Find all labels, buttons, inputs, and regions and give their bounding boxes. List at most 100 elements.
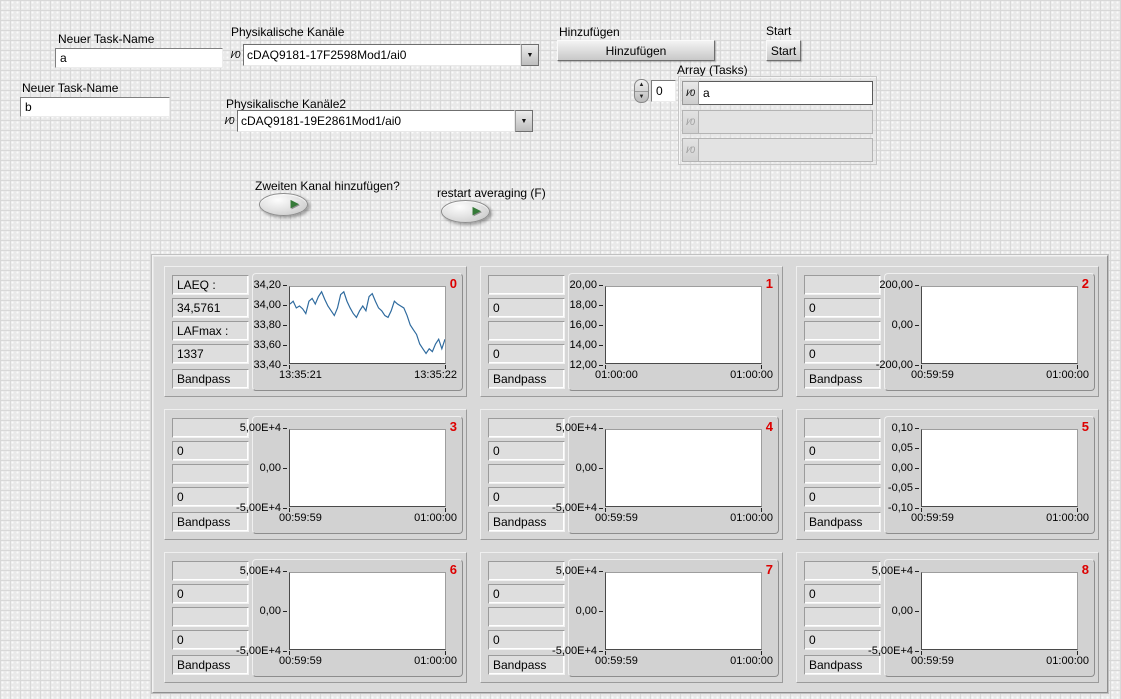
bandpass-selector[interactable]: Bandpass bbox=[804, 655, 881, 675]
x-label-end: 01:00:00 bbox=[1046, 512, 1089, 524]
indicator-column: 0 0 Bandpass bbox=[488, 418, 565, 535]
array-element-0-value[interactable]: a bbox=[699, 81, 873, 105]
physical-channels-1-combo[interactable]: I⁄0 cDAQ9181-17F2598Mod1/ai0 ▼ bbox=[228, 44, 539, 66]
add-label: Hinzufügen bbox=[559, 25, 620, 39]
array-element-1-value bbox=[699, 110, 873, 134]
array-index-stepper[interactable]: ▲ ▼ bbox=[634, 79, 649, 103]
x-label-end: 01:00:00 bbox=[730, 369, 773, 381]
signal-trace bbox=[606, 573, 761, 649]
bandpass-selector[interactable]: Bandpass bbox=[804, 369, 881, 389]
indicator-caption-2 bbox=[488, 464, 565, 484]
tick-mark bbox=[283, 364, 287, 366]
x-label-start: 00:59:59 bbox=[911, 512, 954, 524]
stepper-down-icon[interactable]: ▼ bbox=[635, 92, 648, 103]
indicator-column: 0 0 Bandpass bbox=[488, 275, 565, 392]
waveform-chart: 3 5,00E+4 0,00 -5,00E+4 00:59:59 01:00:0… bbox=[236, 416, 463, 534]
channel-panel: 0 0 Bandpass 2 200,00 0,00 -200,00 00:59… bbox=[796, 266, 1099, 397]
y-tick: 0,00 bbox=[885, 319, 919, 331]
bandpass-selector[interactable]: Bandpass bbox=[804, 512, 881, 532]
plot-area bbox=[289, 429, 446, 512]
dropdown-arrow-icon[interactable]: ▼ bbox=[521, 44, 539, 66]
channel-panel: 0 0 Bandpass 3 5,00E+4 0,00 -5,00E+4 00:… bbox=[164, 409, 467, 540]
indicator-value-1: 0 bbox=[804, 584, 881, 604]
array-element-0[interactable]: I⁄0 a bbox=[682, 81, 873, 105]
y-tick: 200,00 bbox=[879, 279, 919, 291]
x-label-start: 13:35:21 bbox=[279, 369, 322, 381]
restart-averaging-toggle[interactable]: ▶ bbox=[441, 200, 490, 223]
restart-averaging-toggle-label: restart averaging (F) bbox=[437, 186, 546, 200]
bandpass-selector[interactable]: Bandpass bbox=[172, 512, 249, 532]
x-axis-labels: 00:59:59 01:00:00 bbox=[911, 655, 1089, 667]
indicator-caption-1 bbox=[804, 275, 881, 295]
indicator-column: 0 0 Bandpass bbox=[804, 418, 881, 535]
plot-area bbox=[921, 429, 1078, 512]
signal-trace bbox=[290, 430, 445, 506]
chart-index-badge: 7 bbox=[765, 562, 773, 577]
chart-index-badge: 8 bbox=[1081, 562, 1089, 577]
x-label-start: 00:59:59 bbox=[911, 655, 954, 667]
y-axis-ticks: 5,00E+4 0,00 -5,00E+4 bbox=[552, 565, 603, 657]
indicator-column: 0 0 Bandpass bbox=[488, 561, 565, 678]
y-tick: 5,00E+4 bbox=[556, 565, 603, 577]
io-type-icon: I⁄0 bbox=[682, 81, 699, 105]
y-axis-ticks: 5,00E+4 0,00 -5,00E+4 bbox=[236, 422, 287, 514]
indicator-caption-2 bbox=[804, 607, 881, 627]
plot-area bbox=[289, 572, 446, 655]
channel-panel: 0 0 Bandpass 4 5,00E+4 0,00 -5,00E+4 00:… bbox=[480, 409, 783, 540]
x-label-start: 00:59:59 bbox=[279, 655, 322, 667]
bandpass-selector[interactable]: Bandpass bbox=[172, 655, 249, 675]
chart-index-badge: 4 bbox=[765, 419, 773, 434]
y-axis-ticks: 20,00 18,00 16,00 14,00 12,00 bbox=[569, 279, 603, 371]
indicator-caption-1 bbox=[804, 561, 881, 581]
tick-mark bbox=[915, 284, 919, 286]
bandpass-selector[interactable]: Bandpass bbox=[172, 369, 249, 389]
dropdown-arrow-icon[interactable]: ▼ bbox=[515, 110, 533, 132]
y-tick: 5,00E+4 bbox=[872, 565, 919, 577]
add-button[interactable]: Hinzufügen bbox=[557, 40, 715, 61]
array-index-value[interactable]: 0 bbox=[651, 80, 676, 102]
indicator-caption-2 bbox=[488, 607, 565, 627]
tick-mark bbox=[915, 570, 919, 572]
x-label-end: 01:00:00 bbox=[414, 655, 457, 667]
physical-channels-2-value[interactable]: cDAQ9181-19E2861Mod1/ai0 bbox=[237, 110, 515, 132]
y-tick: 33,60 bbox=[253, 339, 287, 351]
bandpass-selector[interactable]: Bandpass bbox=[488, 655, 565, 675]
x-label-start: 00:59:59 bbox=[595, 655, 638, 667]
physical-channels-1-value[interactable]: cDAQ9181-17F2598Mod1/ai0 bbox=[243, 44, 521, 66]
x-axis-labels: 00:59:59 01:00:00 bbox=[911, 369, 1089, 381]
tick-mark bbox=[599, 467, 603, 469]
tick-mark bbox=[915, 364, 919, 366]
bandpass-selector[interactable]: Bandpass bbox=[488, 369, 565, 389]
tick-mark bbox=[283, 344, 287, 346]
tick-mark bbox=[915, 610, 919, 612]
x-axis-labels: 00:59:59 01:00:00 bbox=[279, 655, 457, 667]
bandpass-selector[interactable]: Bandpass bbox=[488, 512, 565, 532]
waveform-chart: 5 0,10 0,05 0,00 -0,05 -0,10 00:59:59 01… bbox=[884, 416, 1095, 534]
tick-mark bbox=[915, 507, 919, 509]
indicator-value-2: 0 bbox=[804, 344, 881, 364]
channel-panel: 0 0 Bandpass 5 0,10 0,05 0,00 -0,05 -0,1… bbox=[796, 409, 1099, 540]
task-name-2-input[interactable] bbox=[20, 97, 170, 117]
plot-area bbox=[605, 286, 762, 369]
signal-trace bbox=[290, 290, 445, 355]
tick-mark bbox=[283, 284, 287, 286]
physical-channels-2-combo[interactable]: I⁄0 cDAQ9181-19E2861Mod1/ai0 ▼ bbox=[222, 110, 533, 132]
indicator-caption-2 bbox=[804, 321, 881, 341]
y-tick: 18,00 bbox=[569, 299, 603, 311]
start-button[interactable]: Start bbox=[766, 40, 801, 61]
tick-mark bbox=[283, 427, 287, 429]
indicator-caption-2 bbox=[488, 321, 565, 341]
stepper-up-icon[interactable]: ▲ bbox=[635, 80, 648, 92]
tick-mark bbox=[599, 427, 603, 429]
x-label-end: 01:00:00 bbox=[414, 512, 457, 524]
y-tick: 5,00E+4 bbox=[556, 422, 603, 434]
tick-mark bbox=[283, 324, 287, 326]
tick-mark bbox=[599, 284, 603, 286]
second-channel-toggle[interactable]: ▶ bbox=[259, 193, 308, 216]
plot-area bbox=[921, 286, 1078, 369]
chart-index-badge: 2 bbox=[1081, 276, 1089, 291]
channel-panel: 0 0 Bandpass 6 5,00E+4 0,00 -5,00E+4 00:… bbox=[164, 552, 467, 683]
chart-index-badge: 6 bbox=[449, 562, 457, 577]
tick-mark bbox=[599, 610, 603, 612]
task-name-1-input[interactable] bbox=[55, 48, 223, 68]
